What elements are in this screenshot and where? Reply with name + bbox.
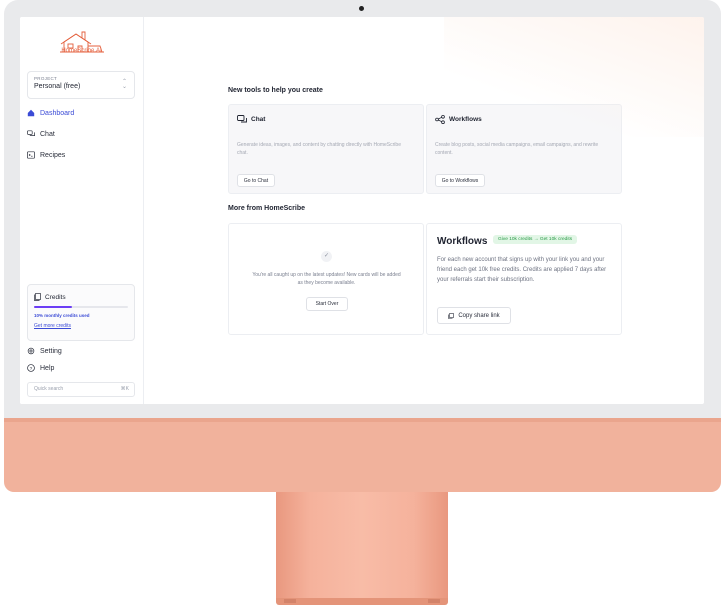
project-value: Personal (free)	[34, 83, 81, 90]
referral-text: For each new account that signs up with …	[437, 257, 607, 284]
go-to-workflows-button[interactable]: Go to Workflows	[435, 174, 485, 187]
stand-foot	[276, 598, 448, 605]
referral-badge: Give 10k credits → Get 10k credits	[493, 235, 578, 244]
quick-search-shortcut: ⌘K	[120, 386, 129, 392]
quick-search-placeholder: Quick search	[34, 386, 64, 392]
workflows-card-title-text: Workflows	[449, 116, 482, 123]
caught-up-message: You're all caught up on the latest updat…	[252, 272, 401, 286]
updates-card: ✓ You're all caught up on the latest upd…	[228, 223, 424, 335]
project-label: PROJECT	[34, 76, 58, 81]
terminal-icon	[27, 151, 35, 159]
workflows-card-description: Create blog posts, social media campaign…	[435, 142, 599, 156]
nav-chat-label: Chat	[40, 130, 55, 138]
chat-card-title-text: Chat	[251, 116, 266, 123]
credits-title-text: Credits	[45, 293, 66, 301]
camera-dot	[359, 6, 364, 11]
chat-card-title: Chat	[237, 115, 265, 124]
nav-help-label: Help	[40, 364, 55, 372]
chat-bubbles-icon	[237, 115, 247, 123]
logo-text: HomeScribe.AI	[61, 48, 102, 54]
document-stack-icon	[34, 293, 41, 301]
app-screen: HomeScribe.AI PROJECT Personal (free) ⌃ ⌄…	[20, 17, 704, 404]
go-to-chat-button[interactable]: Go to Chat	[237, 174, 275, 187]
house-logo-icon	[60, 31, 104, 53]
credits-panel: Credits 10% monthly credits used Get mor…	[27, 284, 135, 341]
copy-share-link-label: Copy share link	[458, 312, 500, 319]
referral-card: Workflows Give 10k credits → Get 10k cre…	[426, 223, 622, 335]
monitor-chin	[4, 418, 721, 492]
credits-progress-fill	[34, 306, 72, 308]
house-icon	[27, 109, 35, 117]
chat-card-description: Generate ideas, images, and content by c…	[237, 142, 401, 156]
svg-text:?: ?	[30, 366, 33, 372]
workflows-card-title: Workflows	[435, 115, 482, 124]
nav-chat[interactable]: Chat	[27, 130, 55, 138]
nav-setting[interactable]: Setting	[27, 347, 62, 355]
gear-icon	[27, 347, 35, 355]
get-more-credits-link[interactable]: Get more credits	[34, 323, 71, 329]
monitor-stand	[276, 492, 448, 598]
chevron-up-down-icon: ⌃ ⌄	[121, 79, 127, 90]
credits-progress-bar	[34, 306, 128, 308]
chin-edge	[4, 418, 721, 422]
tools-heading: New tools to help you create	[228, 87, 323, 94]
question-circle-icon: ?	[27, 364, 35, 372]
referral-card-title: Workflows	[437, 236, 488, 247]
nav-recipes[interactable]: Recipes	[27, 151, 65, 159]
start-over-button[interactable]: Start Over	[306, 297, 348, 311]
workflows-card[interactable]: Workflows Create blog posts, social medi…	[426, 104, 622, 194]
chat-card[interactable]: Chat Generate ideas, images, and content…	[228, 104, 424, 194]
nav-recipes-label: Recipes	[40, 151, 66, 159]
credits-title: Credits	[34, 293, 66, 301]
nav-setting-label: Setting	[40, 347, 62, 355]
more-heading: More from HomeScribe	[228, 205, 306, 212]
nav-dashboard-label: Dashboard	[40, 109, 75, 117]
project-selector[interactable]: PROJECT Personal (free) ⌃ ⌄	[27, 71, 135, 99]
nav-help[interactable]: ? Help	[27, 364, 54, 372]
chat-bubbles-icon	[27, 130, 35, 136]
copy-icon	[448, 312, 455, 319]
copy-share-link-button[interactable]: Copy share link	[437, 307, 511, 324]
credits-used-text: 10% monthly credits used	[34, 313, 90, 318]
quick-search-input[interactable]: Quick search ⌘K	[27, 382, 135, 397]
checkmark-icon: ✓	[321, 251, 332, 262]
sidebar: HomeScribe.AI PROJECT Personal (free) ⌃ ⌄…	[20, 17, 144, 404]
share-nodes-icon	[435, 115, 445, 124]
nav-dashboard[interactable]: Dashboard	[27, 109, 74, 117]
